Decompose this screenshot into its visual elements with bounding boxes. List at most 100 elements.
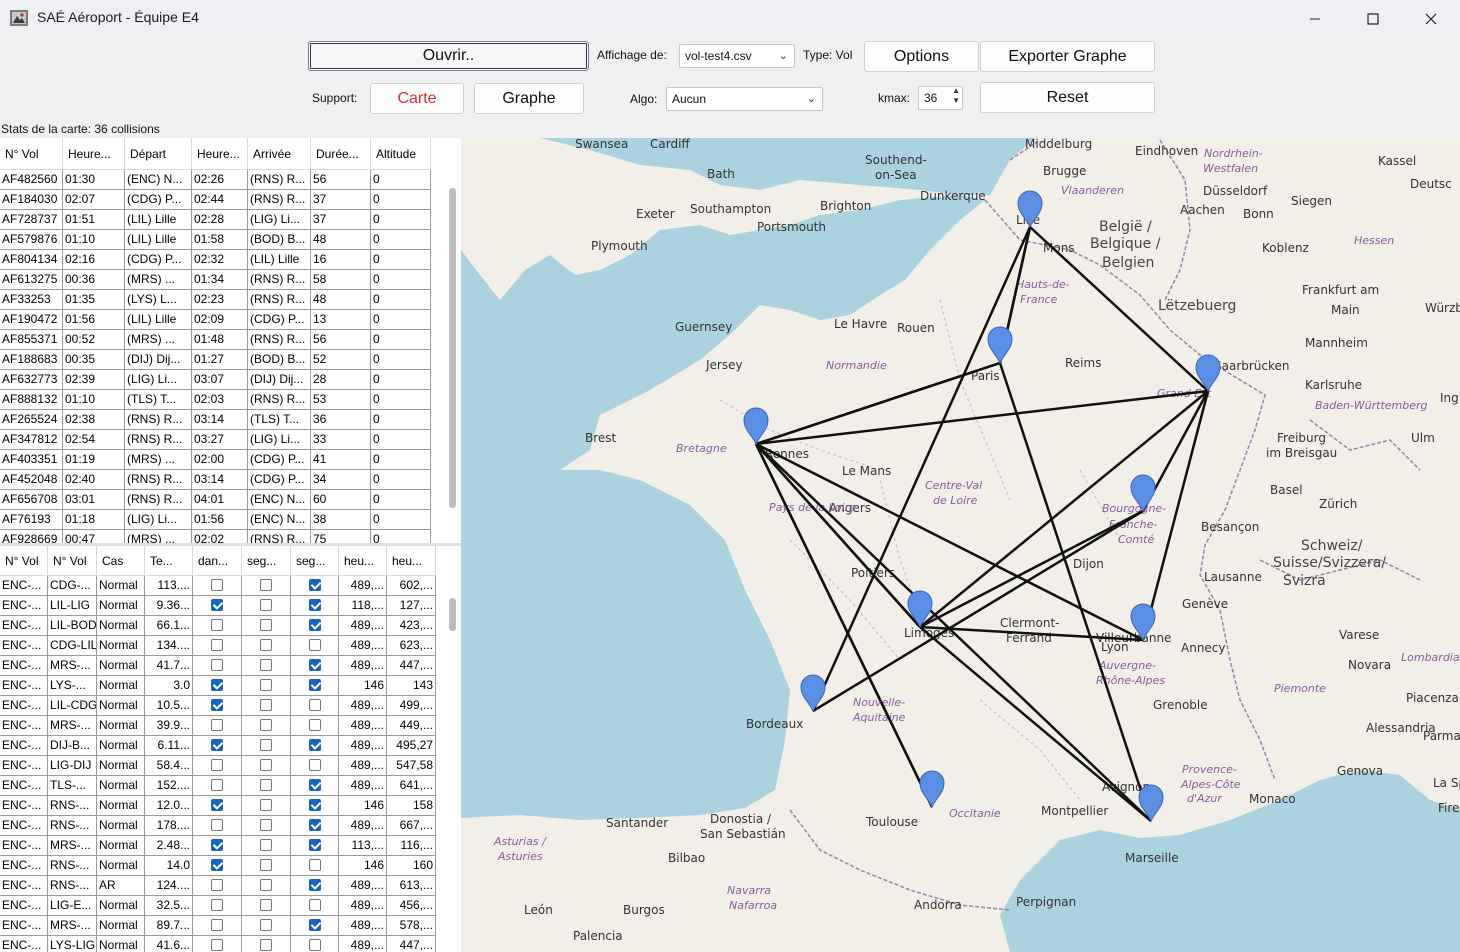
row-checkbox-cell[interactable] [193, 636, 242, 656]
table-row[interactable]: ENC-... RNS-... Normal 178.... 489,... 667,..… [0, 816, 436, 836]
checkbox-unchecked[interactable] [260, 719, 272, 731]
collisions-table[interactable]: N° Vol N° Vol Cas Te... dan... seg... seg... he… [0, 546, 461, 952]
row-checkbox-cell[interactable] [242, 656, 291, 676]
checkbox-unchecked[interactable] [260, 879, 272, 891]
checkbox-unchecked[interactable] [260, 919, 272, 931]
checkbox-unchecked[interactable] [211, 759, 223, 771]
table-row[interactable]: ENC-... LYS-LIG Normal 41.6... 489,... 447,..… [0, 936, 436, 952]
close-button[interactable] [1402, 0, 1460, 37]
row-checkbox-cell[interactable] [242, 896, 291, 916]
row-checkbox-cell[interactable] [193, 856, 242, 876]
table-row[interactable]: ENC-... RNS-... Normal 12.0... 146 158 [0, 796, 436, 816]
table-row[interactable]: ENC-... MRS-... Normal 2.48... 113,... 116,..… [0, 836, 436, 856]
minimize-button[interactable] [1286, 0, 1344, 37]
table-row[interactable]: AF403351 01:19 (MRS) ... 02:00 (CDG) P... 41 0 [0, 450, 431, 470]
checkbox-unchecked[interactable] [308, 939, 321, 951]
row-checkbox-cell[interactable] [242, 696, 291, 716]
checkbox-unchecked[interactable] [308, 759, 321, 771]
algo-select[interactable]: Aucun ⌄ [666, 87, 823, 111]
table-row[interactable]: ENC-... MRS-... Normal 41.7... 489,... 447,..… [0, 656, 436, 676]
table-row[interactable]: AF452048 02:40 (RNS) R... 03:14 (CDG) P... 34… [0, 470, 431, 490]
column-header[interactable]: Cas [97, 546, 145, 576]
row-checkbox-cell[interactable] [291, 576, 339, 596]
graphe-button[interactable]: Graphe [474, 83, 584, 114]
checkbox-unchecked[interactable] [211, 639, 223, 651]
column-header[interactable]: N° Vol [48, 546, 97, 576]
checkbox-checked[interactable] [211, 679, 223, 691]
table-row[interactable]: AF579876 01:10 (LIL) Lille 01:58 (BOD) B... 4… [0, 230, 431, 250]
checkbox-checked[interactable] [211, 699, 223, 711]
row-checkbox-cell[interactable] [242, 876, 291, 896]
open-file-button[interactable]: Ouvrir.. [308, 41, 589, 71]
column-header[interactable]: Heure... [192, 138, 248, 170]
row-checkbox-cell[interactable] [291, 876, 339, 896]
table-row[interactable]: AF928669 00:47 (MRS) ... 02:02 (RNS) R... 75 0 [0, 530, 431, 543]
checkbox-checked[interactable] [308, 839, 321, 851]
checkbox-unchecked[interactable] [260, 819, 272, 831]
table-row[interactable]: ENC-... CDG-... Normal 113.... 489,... 602,..… [0, 576, 436, 596]
table-row[interactable]: AF190472 01:56 (LIL) Lille 02:09 (CDG) P... 1… [0, 310, 431, 330]
table-row[interactable]: AF188683 00:35 (DIJ) Dij... 01:27 (BOD) B...… [0, 350, 431, 370]
checkbox-checked[interactable] [308, 779, 321, 791]
table-row[interactable]: ENC-... LIG-E... Normal 32.5... 489,... 456,.… [0, 896, 436, 916]
checkbox-unchecked[interactable] [260, 899, 272, 911]
row-checkbox-cell[interactable] [193, 576, 242, 596]
row-checkbox-cell[interactable] [291, 596, 339, 616]
row-checkbox-cell[interactable] [291, 736, 339, 756]
table-row[interactable]: ENC-... RNS-... AR 124.... 489,... 613,... [0, 876, 436, 896]
checkbox-unchecked[interactable] [260, 839, 272, 851]
checkbox-checked[interactable] [308, 819, 321, 831]
column-header[interactable]: heu... [339, 546, 387, 576]
checkbox-unchecked[interactable] [211, 719, 223, 731]
table-row[interactable]: AF482560 01:30 (ENC) N... 02:26 (RNS) R... 56… [0, 170, 431, 190]
row-checkbox-cell[interactable] [193, 656, 242, 676]
row-checkbox-cell[interactable] [193, 816, 242, 836]
table-row[interactable]: AF656708 03:01 (RNS) R... 04:01 (ENC) N... 60… [0, 490, 431, 510]
column-header[interactable]: Altitude [371, 138, 431, 170]
checkbox-unchecked[interactable] [308, 859, 321, 871]
checkbox-unchecked[interactable] [211, 899, 223, 911]
table-row[interactable]: ENC-... LIG-DIJ Normal 58.4... 489,... 547,58 [0, 756, 436, 776]
table-row[interactable]: AF33253 01:35 (LYS) L... 02:23 (RNS) R... 48 0 [0, 290, 431, 310]
table-row[interactable]: AF265524 02:38 (RNS) R... 03:14 (TLS) T... 36… [0, 410, 431, 430]
table-row[interactable]: AF804134 02:16 (CDG) P... 02:32 (LIL) Lille 1… [0, 250, 431, 270]
checkbox-unchecked[interactable] [260, 759, 272, 771]
row-checkbox-cell[interactable] [242, 596, 291, 616]
checkbox-checked[interactable] [308, 599, 321, 611]
row-checkbox-cell[interactable] [193, 756, 242, 776]
row-checkbox-cell[interactable] [291, 716, 339, 736]
checkbox-unchecked[interactable] [260, 739, 272, 751]
column-header[interactable]: seg... [242, 546, 291, 576]
row-checkbox-cell[interactable] [242, 736, 291, 756]
row-checkbox-cell[interactable] [193, 596, 242, 616]
checkbox-checked[interactable] [308, 679, 321, 691]
row-checkbox-cell[interactable] [242, 636, 291, 656]
column-header[interactable]: Durée... [311, 138, 371, 170]
checkbox-unchecked[interactable] [308, 639, 321, 651]
column-header[interactable]: Heure... [63, 138, 125, 170]
checkbox-unchecked[interactable] [211, 939, 223, 951]
table-row[interactable]: AF855371 00:52 (MRS) ... 01:48 (RNS) R... 56 0 [0, 330, 431, 350]
checkbox-checked[interactable] [211, 859, 223, 871]
row-checkbox-cell[interactable] [242, 676, 291, 696]
row-checkbox-cell[interactable] [242, 776, 291, 796]
table-row[interactable]: AF888132 01:10 (TLS) T... 02:03 (RNS) R... 53… [0, 390, 431, 410]
checkbox-unchecked[interactable] [211, 919, 223, 931]
row-checkbox-cell[interactable] [291, 776, 339, 796]
checkbox-unchecked[interactable] [260, 799, 272, 811]
checkbox-unchecked[interactable] [260, 639, 272, 651]
checkbox-checked[interactable] [211, 599, 223, 611]
row-checkbox-cell[interactable] [193, 716, 242, 736]
row-checkbox-cell[interactable] [242, 816, 291, 836]
table-row[interactable]: ENC-... CDG-LIL Normal 134.... 489,... 623,..… [0, 636, 436, 656]
checkbox-checked[interactable] [308, 579, 321, 591]
checkbox-unchecked[interactable] [260, 619, 272, 631]
checkbox-unchecked[interactable] [260, 599, 272, 611]
checkbox-checked[interactable] [308, 619, 321, 631]
table-row[interactable]: ENC-... TLS-... Normal 152.... 489,... 641,..… [0, 776, 436, 796]
checkbox-checked[interactable] [211, 739, 223, 751]
checkbox-unchecked[interactable] [211, 659, 223, 671]
checkbox-unchecked[interactable] [308, 719, 321, 731]
checkbox-unchecked[interactable] [308, 899, 321, 911]
checkbox-unchecked[interactable] [260, 779, 272, 791]
